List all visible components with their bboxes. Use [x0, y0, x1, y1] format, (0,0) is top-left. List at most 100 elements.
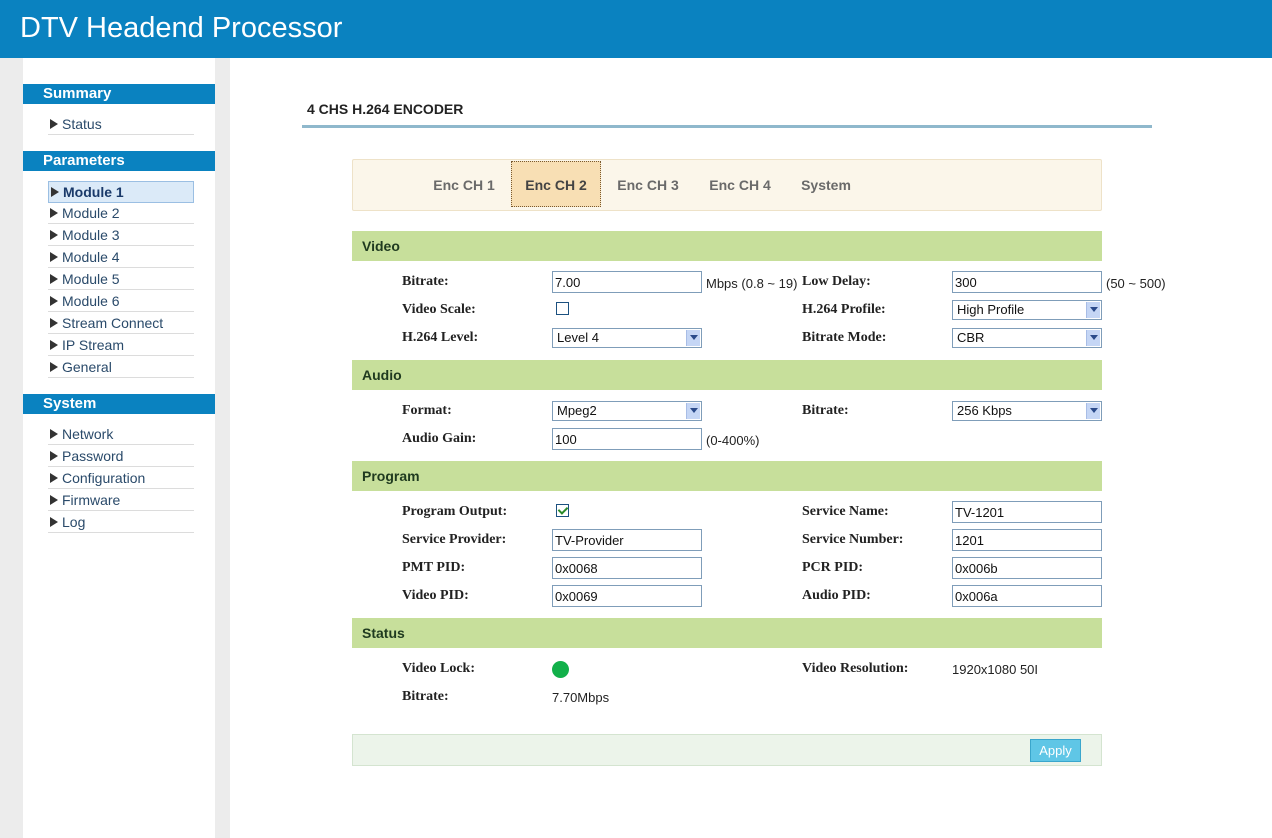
- h264-profile-value: High Profile: [957, 302, 1025, 317]
- sidebar: Summary Status Parameters Module 1 Modul…: [23, 58, 215, 838]
- sidebar-item-module-2[interactable]: Module 2: [48, 203, 194, 224]
- main-content: 4 CHS H.264 ENCODER Enc CH 1 Enc CH 2 En…: [230, 58, 1272, 838]
- service-provider-input[interactable]: [552, 529, 702, 551]
- h264-profile-select[interactable]: High Profile: [952, 300, 1102, 320]
- sidebar-item-module-3[interactable]: Module 3: [48, 225, 194, 246]
- sidebar-item-label: Module 3: [62, 227, 120, 243]
- sidebar-item-password[interactable]: Password: [48, 446, 194, 467]
- sidebar-item-label: Status: [62, 116, 102, 132]
- chevron-down-icon[interactable]: [686, 330, 700, 346]
- audio-format-value: Mpeg2: [557, 403, 597, 418]
- section-video-header: Video: [352, 231, 1102, 261]
- apply-button[interactable]: Apply: [1030, 739, 1081, 762]
- triangle-right-icon: [50, 517, 58, 527]
- triangle-right-icon: [50, 451, 58, 461]
- title-divider: [302, 125, 1152, 128]
- low-delay-label: Low Delay:: [802, 274, 871, 289]
- audio-bitrate-value: 256 Kbps: [957, 403, 1012, 418]
- sidebar-item-label: Module 4: [62, 249, 120, 265]
- chevron-down-icon[interactable]: [1086, 302, 1100, 318]
- service-number-input[interactable]: [952, 529, 1102, 551]
- sidebar-item-stream-connect[interactable]: Stream Connect: [48, 313, 194, 334]
- sidebar-item-label: Configuration: [62, 470, 146, 486]
- sidebar-item-log[interactable]: Log: [48, 512, 194, 533]
- sidebar-item-status[interactable]: Status: [48, 114, 194, 135]
- sidebar-item-label: Firmware: [62, 492, 121, 508]
- sidebar-item-configuration[interactable]: Configuration: [48, 468, 194, 489]
- tab-enc-ch-4[interactable]: Enc CH 4: [696, 160, 784, 210]
- sidebar-section-parameters: Parameters: [23, 151, 215, 171]
- tab-enc-ch-1[interactable]: Enc CH 1: [420, 160, 508, 210]
- sidebar-item-label: Module 2: [62, 205, 120, 221]
- sidebar-item-network[interactable]: Network: [48, 424, 194, 445]
- bitrate-mode-select[interactable]: CBR: [952, 328, 1102, 348]
- audio-gain-label: Audio Gain:: [402, 431, 477, 446]
- tab-enc-ch-2[interactable]: Enc CH 2: [511, 161, 601, 207]
- triangle-right-icon: [50, 318, 58, 328]
- audio-bitrate-label: Bitrate:: [802, 403, 849, 418]
- bitrate-mode-label: Bitrate Mode:: [802, 330, 887, 345]
- h264-level-select[interactable]: Level 4: [552, 328, 702, 348]
- triangle-right-icon: [50, 296, 58, 306]
- triangle-right-icon: [50, 208, 58, 218]
- audio-bitrate-select[interactable]: 256 Kbps: [952, 401, 1102, 421]
- video-pid-input[interactable]: [552, 585, 702, 607]
- status-bitrate-label: Bitrate:: [402, 689, 449, 704]
- pcr-pid-label: PCR PID:: [802, 560, 864, 575]
- triangle-right-icon: [50, 495, 58, 505]
- low-delay-input[interactable]: [952, 271, 1102, 293]
- video-lock-label: Video Lock:: [402, 661, 475, 676]
- sidebar-item-ip-stream[interactable]: IP Stream: [48, 335, 194, 356]
- video-resolution-label: Video Resolution:: [802, 661, 909, 676]
- page-title: 4 CHS H.264 ENCODER: [307, 101, 464, 117]
- video-bitrate-input[interactable]: [552, 271, 702, 293]
- section-status-header: Status: [352, 618, 1102, 648]
- sidebar-item-firmware[interactable]: Firmware: [48, 490, 194, 511]
- sidebar-item-label: Module 6: [62, 293, 120, 309]
- sidebar-item-module-4[interactable]: Module 4: [48, 247, 194, 268]
- video-bitrate-label: Bitrate:: [402, 274, 449, 289]
- triangle-right-icon: [50, 429, 58, 439]
- service-name-input[interactable]: [952, 501, 1102, 523]
- triangle-right-icon: [50, 362, 58, 372]
- sidebar-item-module-6[interactable]: Module 6: [48, 291, 194, 312]
- triangle-right-icon: [50, 274, 58, 284]
- sidebar-section-system: System: [23, 394, 215, 414]
- service-provider-label: Service Provider:: [402, 532, 507, 547]
- sidebar-item-label: General: [62, 359, 112, 375]
- pmt-pid-input[interactable]: [552, 557, 702, 579]
- section-audio-header: Audio: [352, 360, 1102, 390]
- sidebar-item-module-5[interactable]: Module 5: [48, 269, 194, 290]
- sidebar-item-module-1[interactable]: Module 1: [48, 181, 194, 203]
- audio-format-select[interactable]: Mpeg2: [552, 401, 702, 421]
- action-bar: Apply: [352, 734, 1102, 766]
- h264-level-label: H.264 Level:: [402, 330, 479, 345]
- audio-pid-input[interactable]: [952, 585, 1102, 607]
- video-bitrate-range: Mbps (0.8 ~ 19): [706, 276, 798, 291]
- chevron-down-icon[interactable]: [686, 403, 700, 419]
- triangle-right-icon: [50, 473, 58, 483]
- h264-level-value: Level 4: [557, 330, 599, 345]
- status-bitrate-value: 7.70Mbps: [552, 690, 610, 705]
- tab-system[interactable]: System: [788, 160, 864, 210]
- sidebar-item-general[interactable]: General: [48, 357, 194, 378]
- chevron-down-icon[interactable]: [1086, 403, 1100, 419]
- triangle-right-icon: [50, 252, 58, 262]
- video-scale-checkbox[interactable]: [556, 302, 569, 315]
- app-header: DTV Headend Processor: [0, 0, 1272, 58]
- pmt-pid-label: PMT PID:: [402, 560, 466, 575]
- bitrate-mode-value: CBR: [957, 330, 985, 345]
- video-lock-indicator-icon: [552, 661, 569, 678]
- sidebar-item-label: Stream Connect: [62, 315, 164, 331]
- section-program-header: Program: [352, 461, 1102, 491]
- tab-enc-ch-3[interactable]: Enc CH 3: [604, 160, 692, 210]
- sidebar-item-label: Network: [62, 426, 114, 442]
- video-resolution-value: 1920x1080 50I: [952, 662, 1039, 677]
- service-name-label: Service Name:: [802, 504, 889, 519]
- channel-tabs: Enc CH 1 Enc CH 2 Enc CH 3 Enc CH 4 Syst…: [352, 159, 1102, 211]
- audio-gain-input[interactable]: [552, 428, 702, 450]
- program-output-checkbox[interactable]: [556, 504, 569, 517]
- sidebar-item-label: Log: [62, 514, 86, 530]
- pcr-pid-input[interactable]: [952, 557, 1102, 579]
- chevron-down-icon[interactable]: [1086, 330, 1100, 346]
